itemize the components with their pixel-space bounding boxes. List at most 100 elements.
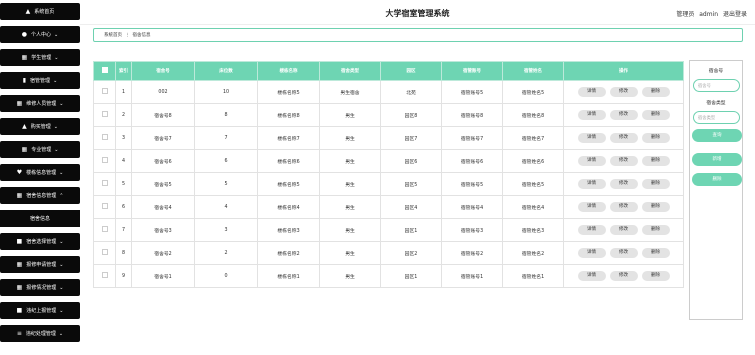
- detail-button[interactable]: 详情: [577, 156, 606, 166]
- delete-button[interactable]: 删除: [641, 110, 670, 120]
- row-checkbox[interactable]: [101, 249, 108, 255]
- delete-button[interactable]: 删除: [641, 202, 670, 212]
- cell-building: 楼栋名称3: [257, 218, 320, 242]
- column-header: 楼栋名称: [257, 61, 320, 81]
- row-checkbox[interactable]: [101, 157, 108, 163]
- sidebar-subitem-dorm-info[interactable]: 宿舍信息: [0, 210, 80, 227]
- delete-button[interactable]: 删除: [641, 248, 670, 258]
- edit-button[interactable]: 修改: [609, 110, 638, 120]
- detail-button[interactable]: 详情: [577, 133, 606, 143]
- cell-type: 男生: [319, 172, 381, 196]
- row-checkbox[interactable]: [101, 180, 108, 186]
- row-checkbox[interactable]: [101, 111, 108, 117]
- sidebar-item-2[interactable]: ▦ 学生管理 ⌄: [0, 49, 80, 66]
- person-icon: ●: [21, 31, 28, 38]
- column-header: 宿管姓名: [502, 61, 564, 81]
- row-checkbox-cell[interactable]: [93, 195, 116, 219]
- detail-button[interactable]: 详情: [577, 110, 606, 120]
- row-checkbox[interactable]: [101, 88, 108, 94]
- edit-button[interactable]: 修改: [609, 133, 638, 143]
- logout-link[interactable]: 退出登录: [723, 11, 747, 18]
- sidebar-item-label: 宿舍选择管理: [26, 239, 57, 245]
- delete-button[interactable]: 删除: [641, 133, 670, 143]
- edit-button[interactable]: 修改: [609, 179, 638, 189]
- delete-button[interactable]: 删除: [641, 179, 670, 189]
- row-checkbox-cell[interactable]: [93, 264, 116, 288]
- sidebar-item-9[interactable]: ■ 宿舍选择管理 ⌄: [0, 233, 80, 250]
- cell-account: 宿管账号7: [441, 126, 503, 150]
- shield-icon: ♥: [16, 169, 23, 176]
- sidebar-item-0[interactable]: ▲ 系统首页: [0, 3, 80, 20]
- detail-button[interactable]: 详情: [577, 87, 606, 97]
- cell-type: 男生: [319, 218, 381, 242]
- cell-beds: 8: [194, 103, 258, 127]
- bag-icon: ▲: [22, 123, 27, 130]
- detail-button[interactable]: 详情: [577, 225, 606, 235]
- row-checkbox[interactable]: [101, 226, 108, 232]
- detail-button[interactable]: 详情: [577, 248, 606, 258]
- row-checkbox[interactable]: [101, 134, 108, 140]
- sidebar-item-6[interactable]: ▦ 专业管理 ⌄: [0, 141, 80, 158]
- sidebar-item-label: 宿管管理: [30, 78, 51, 84]
- cell-building: 楼栋名称1: [257, 264, 320, 288]
- room-type-input[interactable]: 宿舍类型: [693, 111, 740, 124]
- sidebar-item-1[interactable]: ● 个人中心 ⌄: [0, 26, 80, 43]
- actions-cell: 详情 修改 删除: [563, 195, 684, 219]
- add-button[interactable]: 新增: [692, 153, 742, 166]
- query-button[interactable]: 查询: [692, 129, 742, 142]
- cell-index: 2: [115, 103, 132, 127]
- bulk-delete-button[interactable]: 删除: [692, 173, 742, 186]
- detail-button[interactable]: 详情: [577, 179, 606, 189]
- edit-button[interactable]: 修改: [609, 271, 638, 281]
- table-row: 3 宿舍号7 7 楼栋名称7 男生 园区7 宿管账号7 宿管姓名7 详情 修改 删除: [93, 126, 684, 150]
- sidebar-item-12[interactable]: ■ 违纪上报管理 ⌄: [0, 302, 80, 319]
- select-all-checkbox[interactable]: [93, 61, 116, 81]
- cell-room: 宿舍号2: [131, 241, 195, 265]
- edit-button[interactable]: 修改: [609, 156, 638, 166]
- cell-index: 9: [115, 264, 132, 288]
- row-checkbox-cell[interactable]: [93, 241, 116, 265]
- breadcrumb-home[interactable]: 系统首页: [104, 32, 122, 38]
- checkbox[interactable]: [101, 67, 108, 73]
- sidebar-item-8[interactable]: ▦ 宿舍信息管理 ⌃: [0, 187, 80, 204]
- edit-button[interactable]: 修改: [609, 202, 638, 212]
- cell-index: 3: [115, 126, 132, 150]
- sidebar-item-7[interactable]: ♥ 楼栋信息管理 ⌄: [0, 164, 80, 181]
- table-row: 2 宿舍号8 8 楼栋名称8 男生 园区8 宿管账号8 宿管姓名8 详情 修改 删除: [93, 103, 684, 127]
- cell-park: 园区5: [380, 172, 442, 196]
- room-number-input[interactable]: 宿舍号: [693, 79, 740, 92]
- row-checkbox-cell[interactable]: [93, 80, 116, 104]
- row-checkbox-cell[interactable]: [93, 149, 116, 173]
- delete-button[interactable]: 删除: [641, 87, 670, 97]
- row-checkbox[interactable]: [101, 203, 108, 209]
- cell-beds: 0: [194, 264, 258, 288]
- detail-button[interactable]: 详情: [577, 202, 606, 212]
- delete-button[interactable]: 删除: [641, 225, 670, 235]
- table-row: 9 宿舍号1 0 楼栋名称1 男生 园区1 宿管账号1 宿管姓名1 详情 修改 删除: [93, 264, 684, 288]
- cell-park: 北苑: [380, 80, 442, 104]
- sidebar-item-10[interactable]: ▦ 报修申请管理 ⌄: [0, 256, 80, 273]
- delete-button[interactable]: 删除: [641, 156, 670, 166]
- cell-name: 宿管姓名4: [502, 195, 564, 219]
- cell-building: 楼栋名称2: [257, 241, 320, 265]
- row-checkbox-cell[interactable]: [93, 218, 116, 242]
- row-checkbox[interactable]: [101, 272, 108, 278]
- sidebar-item-11[interactable]: ▦ 报修情况管理 ⌄: [0, 279, 80, 296]
- row-checkbox-cell[interactable]: [93, 126, 116, 150]
- cell-park: 园区1: [380, 264, 442, 288]
- detail-button[interactable]: 详情: [577, 271, 606, 281]
- edit-button[interactable]: 修改: [609, 225, 638, 235]
- sidebar-item-5[interactable]: ▲ 购买管理 ⌄: [0, 118, 80, 135]
- delete-button[interactable]: 删除: [641, 271, 670, 281]
- sidebar-item-label: 维修人员管理: [26, 101, 57, 107]
- edit-button[interactable]: 修改: [609, 87, 638, 97]
- cell-building: 楼栋名称8: [257, 103, 320, 127]
- row-checkbox-cell[interactable]: [93, 103, 116, 127]
- grid-icon: ▦: [16, 100, 23, 107]
- sidebar-item-4[interactable]: ▦ 维修人员管理 ⌄: [0, 95, 80, 112]
- sidebar-item-13[interactable]: ≡ 违纪处理管理 ⌄: [0, 325, 80, 342]
- row-checkbox-cell[interactable]: [93, 172, 116, 196]
- sidebar-item-3[interactable]: ▮ 宿管管理 ⌄: [0, 72, 80, 89]
- cell-building: 楼栋名称7: [257, 126, 320, 150]
- edit-button[interactable]: 修改: [609, 248, 638, 258]
